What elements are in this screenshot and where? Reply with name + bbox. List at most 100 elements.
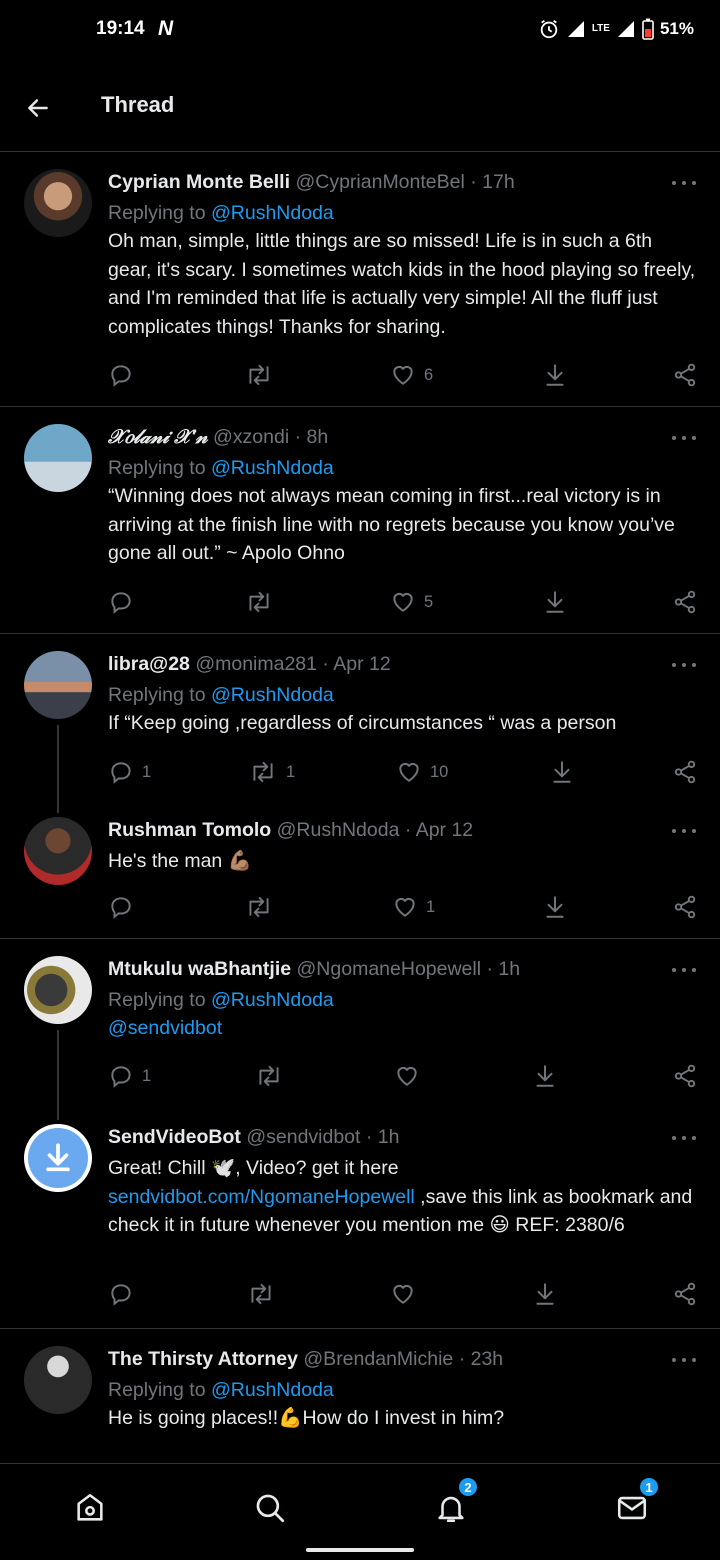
author-name[interactable]: libra@28 [108, 653, 190, 675]
share-button[interactable] [672, 892, 698, 922]
retweet-button[interactable] [244, 360, 282, 390]
reply-button[interactable] [108, 360, 142, 390]
reply-button[interactable]: 1 [108, 757, 151, 787]
reply-button[interactable] [108, 892, 142, 922]
thread-feed[interactable]: Cyprian Monte Belli @CyprianMonteBel · 1… [0, 153, 720, 1463]
tweet-time[interactable]: Apr 12 [333, 653, 390, 675]
reply-mention-link[interactable]: @RushNdoda [211, 684, 334, 706]
retweet-button[interactable] [244, 587, 282, 617]
more-options-button[interactable] [672, 960, 696, 980]
download-button[interactable] [542, 587, 568, 617]
nav-home[interactable] [66, 1484, 114, 1532]
author-name[interactable]: Mtukulu waBhantjie [108, 958, 291, 980]
avatar[interactable] [24, 1346, 92, 1414]
back-button[interactable] [20, 90, 56, 126]
tweet-url-link[interactable]: sendvidbot.com/NgomaneHopewell [108, 1186, 415, 1208]
tweet[interactable]: Cyprian Monte Belli @CyprianMonteBel · 1… [0, 153, 720, 407]
tweet[interactable]: The Thirsty Attorney @BrendanMichie · 23… [0, 1330, 720, 1463]
heart-icon [395, 897, 415, 917]
reply-mention-link[interactable]: @RushNdoda [211, 457, 334, 479]
author-handle[interactable]: @RushNdoda [277, 819, 400, 841]
reply-button[interactable] [108, 587, 142, 617]
reply-button[interactable] [108, 1279, 134, 1309]
retweet-button[interactable] [254, 1061, 284, 1091]
retweet-button[interactable] [246, 1279, 276, 1309]
more-options-button[interactable] [672, 655, 696, 675]
author-name[interactable]: SendVideoBot [108, 1126, 241, 1148]
avatar[interactable] [24, 956, 92, 1024]
author-handle[interactable]: @sendvidbot [246, 1126, 360, 1148]
author-handle[interactable]: @NgomaneHopewell [297, 958, 482, 980]
avatar[interactable] [24, 651, 92, 719]
like-button[interactable]: 6 [390, 360, 433, 390]
reply-mention-link[interactable]: @RushNdoda [211, 1379, 334, 1401]
tweet[interactable]: Mtukulu waBhantjie @NgomaneHopewell · 1h… [0, 940, 720, 1120]
author-name[interactable]: The Thirsty Attorney [108, 1348, 298, 1370]
download-icon [536, 1065, 554, 1087]
like-button[interactable] [390, 1279, 416, 1309]
retweet-icon [249, 364, 269, 386]
download-button[interactable] [549, 757, 575, 787]
retweet-icon [249, 591, 269, 613]
tweet-time[interactable]: 8h [307, 426, 329, 448]
share-icon [674, 363, 696, 387]
tweet-text-part: Great! Chill 🕊️, Video? get it here [108, 1157, 399, 1179]
avatar[interactable] [24, 817, 92, 885]
tweet-mention-link[interactable]: @sendvidbot [108, 1014, 696, 1043]
tweet-time[interactable]: Apr 12 [416, 819, 473, 841]
author-name[interactable]: Cyprian Monte Belli [108, 171, 290, 193]
like-button[interactable] [394, 1061, 420, 1091]
tweet[interactable]: SendVideoBot @sendvidbot · 1h Great! Chi… [0, 1110, 720, 1329]
avatar[interactable] [24, 1124, 92, 1192]
more-options-button[interactable] [672, 428, 696, 448]
tweet-time[interactable]: 17h [482, 171, 515, 193]
download-button[interactable] [542, 892, 568, 922]
share-button[interactable] [672, 587, 698, 617]
share-button[interactable] [672, 757, 698, 787]
tweet-time[interactable]: 1h [378, 1126, 400, 1148]
reply-mention-link[interactable]: @RushNdoda [211, 202, 334, 224]
replying-label: Replying to [108, 457, 206, 479]
author-name[interactable]: Rushman Tomolo [108, 819, 271, 841]
reply-icon [111, 762, 131, 784]
author-name[interactable]: 𝒳𝑜𝓁𝒶𝓃𝒾 𝒳'𝓃 [108, 426, 208, 448]
nav-search[interactable] [246, 1484, 294, 1532]
notification-icon: N [158, 17, 174, 40]
author-handle[interactable]: @CyprianMonteBel [295, 171, 464, 193]
avatar[interactable] [24, 169, 92, 237]
author-handle[interactable]: @monima281 [195, 653, 317, 675]
share-button[interactable] [672, 1061, 698, 1091]
share-icon [674, 760, 696, 784]
more-options-button[interactable] [672, 1128, 696, 1148]
tweet-actions: 1 [108, 892, 700, 922]
retweet-button[interactable] [244, 892, 282, 922]
retweet-button[interactable]: 1 [248, 757, 295, 787]
like-button[interactable]: 10 [396, 757, 448, 787]
download-button[interactable] [542, 360, 568, 390]
share-button[interactable] [672, 360, 698, 390]
nav-messages[interactable]: 1 [608, 1476, 660, 1532]
reply-icon [111, 365, 131, 387]
more-options-button[interactable] [672, 1350, 696, 1370]
nav-notifications[interactable]: 2 [427, 1476, 479, 1532]
replying-to: Replying to @RushNdoda [108, 454, 696, 482]
download-button[interactable] [532, 1061, 558, 1091]
avatar[interactable] [24, 424, 92, 492]
download-button[interactable] [532, 1279, 558, 1309]
reply-button[interactable]: 1 [108, 1061, 151, 1091]
tweet[interactable]: libra@28 @monima281 · Apr 12 Replying to… [0, 635, 720, 813]
tweet-time[interactable]: 23h [471, 1348, 504, 1370]
tweet[interactable]: Rushman Tomolo @RushNdoda · Apr 12 He's … [0, 803, 720, 939]
more-options-button[interactable] [672, 173, 696, 193]
author-handle[interactable]: @xzondi [213, 426, 289, 448]
like-button[interactable]: 5 [390, 587, 433, 617]
more-options-button[interactable] [672, 821, 696, 841]
reply-mention-link[interactable]: @RushNdoda [211, 989, 334, 1011]
tweet[interactable]: 𝒳𝑜𝓁𝒶𝓃𝒾 𝒳'𝓃 @xzondi · 8h Replying to @Rus… [0, 408, 720, 634]
arrow-left-icon [28, 99, 48, 117]
like-button[interactable]: 1 [392, 892, 435, 922]
author-handle[interactable]: @BrendanMichie [303, 1348, 453, 1370]
share-button[interactable] [672, 1279, 698, 1309]
retweet-icon [253, 761, 273, 783]
tweet-time[interactable]: 1h [498, 958, 520, 980]
